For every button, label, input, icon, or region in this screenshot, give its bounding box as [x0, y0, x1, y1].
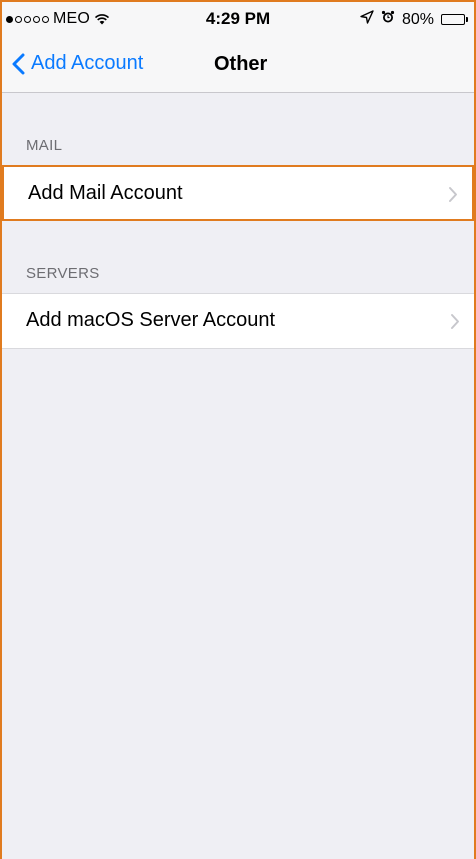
- chevron-left-icon: [12, 53, 25, 74]
- alarm-clock-icon: [381, 10, 395, 29]
- add-macos-server-account-label: Add macOS Server Account: [26, 309, 276, 331]
- back-button-label: Add Account: [31, 52, 144, 74]
- battery-percentage: 80%: [401, 10, 434, 28]
- add-macos-server-account-row[interactable]: Add macOS Server Account: [2, 293, 474, 349]
- page-title: Other: [214, 53, 268, 75]
- chevron-right-icon: [448, 186, 458, 203]
- section-header-mail: MAIL: [26, 137, 63, 154]
- battery-icon: [441, 14, 468, 25]
- chevron-right-icon: [450, 313, 460, 330]
- location-arrow-icon: [360, 10, 374, 29]
- status-bar: MEO 4:29 PM 80%: [2, 2, 474, 36]
- add-mail-account-label: Add Mail Account: [28, 182, 183, 204]
- section-header-servers: SERVERS: [26, 265, 100, 282]
- navigation-bar: Add Account Other: [2, 36, 474, 93]
- device-screen: MEO 4:29 PM 80% Add Account Other MAIL A…: [0, 0, 476, 859]
- back-button[interactable]: Add Account: [12, 52, 143, 75]
- status-right: 80%: [360, 10, 468, 29]
- add-mail-account-row[interactable]: Add Mail Account: [2, 165, 474, 221]
